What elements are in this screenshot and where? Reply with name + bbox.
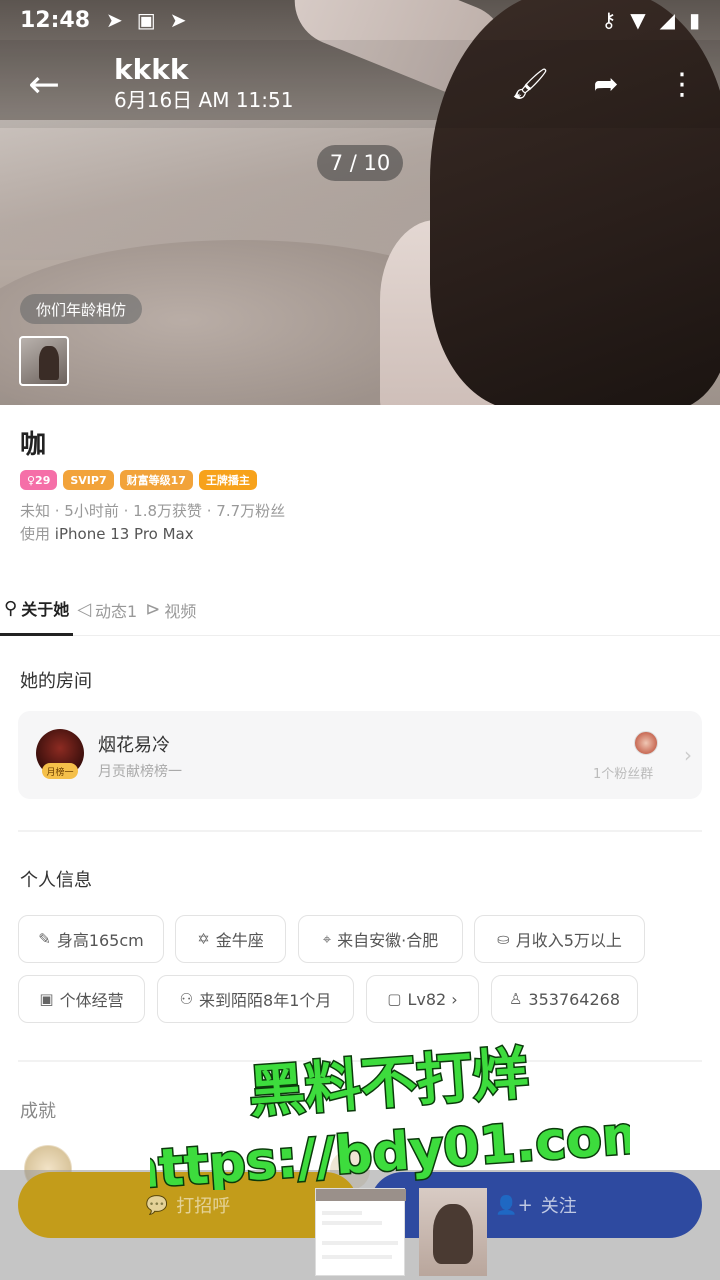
- profile-info: 咖 ♀29 SVIP7 财富等级17 王牌播主 未知 · 5小时前 · 1.8万…: [20, 428, 700, 546]
- room-name: 烟花易冷: [98, 735, 170, 756]
- greet-button[interactable]: 💬 打招呼: [18, 1172, 358, 1238]
- location-icon: ⌖: [322, 930, 332, 948]
- badge-row: ♀29 SVIP7 财富等级17 王牌播主: [20, 470, 700, 490]
- telegram-icon: ➤: [169, 8, 187, 32]
- level-icon: ▢: [387, 990, 402, 1008]
- add-user-icon: 👤+: [495, 1194, 533, 1216]
- back-arrow-icon: ←: [28, 62, 60, 106]
- room-rank-badge: 月榜一: [42, 763, 78, 779]
- fan-group-count: 1个粉丝群: [593, 767, 654, 782]
- person-clock-icon: ⚇: [179, 990, 194, 1008]
- info-chip-membership: ⚇ 来到陌陌8年1个月: [157, 975, 354, 1023]
- tab-videos-label: 视频: [164, 601, 197, 621]
- notification-icons: ➤ ▣ ➤: [106, 8, 186, 32]
- signal-icon: ◢: [659, 8, 675, 32]
- gender-age-badge: ♀29: [20, 470, 58, 490]
- info-chip-level[interactable]: ▢ Lv82 ›: [366, 975, 479, 1023]
- profile-tabs: ⚲ 关于她 ◁ 动态1 ⊳ 视频: [0, 584, 720, 636]
- info-chip-text: 身高165cm: [56, 931, 144, 950]
- tab-moments-label: 动态1: [95, 601, 138, 621]
- tab-moments[interactable]: ◁ 动态1: [73, 584, 141, 636]
- page-subtitle: 6月16日 AM 11:51: [114, 88, 294, 112]
- info-chip-location: ⌖ 来自安徽·合肥: [298, 915, 463, 963]
- system-icons: ⚷ ▼ ◢ ▮: [602, 8, 700, 32]
- more-vert-icon: ⋮: [667, 66, 697, 102]
- chat-icon: 💬: [145, 1194, 169, 1216]
- follow-label: 关注: [540, 1196, 577, 1217]
- back-button[interactable]: ←: [0, 40, 88, 128]
- info-chip-income: ⛀ 月收入5万以上: [474, 915, 645, 963]
- info-chip-text: 来到陌陌8年1个月: [199, 991, 332, 1010]
- tab-videos[interactable]: ⊳ 视频: [141, 584, 200, 636]
- more-button[interactable]: ⋮: [644, 40, 720, 128]
- svip-badge[interactable]: SVIP7: [63, 470, 114, 490]
- tab-about-label: 关于她: [21, 600, 70, 619]
- info-chip-text: 月收入5万以上: [515, 931, 622, 950]
- page-title: kkkk: [114, 53, 189, 86]
- mini-preview-header: [316, 1189, 406, 1201]
- key-icon: ⚷: [601, 8, 617, 32]
- mini-photo-preview[interactable]: [419, 1188, 487, 1276]
- user-id-icon: ♙: [508, 990, 523, 1008]
- ace-host-badge[interactable]: 王牌播主: [198, 470, 257, 490]
- age-hint-chip: 你们年龄相仿: [20, 294, 143, 324]
- photo-counter: 7 / 10: [317, 145, 403, 181]
- profile-meta: 未知 · 5小时前 · 1.8万获赞 · 7.7万粉丝 使用 iPhone 13…: [20, 500, 700, 546]
- achievements-title: 成就: [20, 1101, 56, 1122]
- personal-info-title: 个人信息: [20, 870, 92, 891]
- info-chip-zodiac: ✡ 金牛座: [175, 915, 286, 963]
- chevron-right-icon: ›: [684, 743, 692, 767]
- status-time: 12:48: [20, 7, 91, 33]
- greet-label: 打招呼: [176, 1196, 231, 1217]
- mini-preview-line: [322, 1241, 398, 1245]
- profile-device: 使用 iPhone 13 Pro Max: [20, 523, 700, 546]
- room-card[interactable]: 月榜一 烟花易冷 月贡献榜榜一 1个粉丝群 ›: [18, 711, 702, 799]
- device-prefix: 使用: [20, 525, 51, 543]
- battery-icon: ▮: [688, 8, 700, 32]
- divider: [18, 1060, 702, 1062]
- wifi-icon: ▼: [630, 8, 646, 32]
- header-title-group: kkkk 6月16日 AM 11:51: [88, 54, 492, 114]
- profile-page: 12:48 ➤ ▣ ➤ ⚷ ▼ ◢ ▮ ← kkkk 6月16日 AM 11:5…: [0, 0, 720, 1280]
- room-subtitle: 月贡献榜榜一: [98, 764, 182, 780]
- photo-thumbnail[interactable]: [19, 336, 69, 386]
- device-name: iPhone 13 Pro Max: [54, 525, 194, 543]
- info-chip-height: ✎ 身高165cm: [18, 915, 164, 963]
- briefcase-icon: ▣: [39, 990, 54, 1008]
- watermark: 黑料不打烊 https://bdy01.com: [150, 1040, 630, 1190]
- edit-button[interactable]: 🖌: [492, 40, 568, 128]
- watermark-line1: 黑料不打烊: [247, 1041, 531, 1125]
- brush-icon: 🖌: [510, 66, 550, 102]
- ruler-icon: ✎: [38, 930, 51, 948]
- app-icon: ▣: [136, 8, 156, 32]
- top-app-bar: ← kkkk 6月16日 AM 11:51 🖌 ➦ ⋮: [0, 40, 720, 128]
- profile-name: 咖: [20, 430, 47, 460]
- info-chip-user-id[interactable]: ♙ 353764268: [491, 975, 638, 1023]
- mini-screenshot-preview[interactable]: [315, 1188, 406, 1276]
- tab-about[interactable]: ⚲ 关于她: [0, 584, 74, 636]
- info-chip-occupation: ▣ 个体经营: [18, 975, 145, 1023]
- telegram-icon: ➤: [106, 8, 123, 32]
- income-icon: ⛀: [497, 930, 510, 948]
- status-bar: 12:48 ➤ ▣ ➤ ⚷ ▼ ◢ ▮: [0, 0, 720, 40]
- mini-preview-line: [322, 1211, 362, 1215]
- mini-preview-line: [322, 1221, 382, 1225]
- info-chip-text: 来自安徽·合肥: [337, 931, 439, 950]
- play-icon: ⊳: [145, 599, 161, 620]
- mini-preview-line: [322, 1255, 392, 1259]
- profile-stats: 未知 · 5小时前 · 1.8万获赞 · 7.7万粉丝: [20, 502, 286, 520]
- divider: [18, 830, 702, 832]
- zodiac-icon: ✡: [197, 930, 210, 948]
- info-chip-text: Lv82 ›: [407, 989, 458, 1009]
- info-chip-text: 353764268: [528, 989, 621, 1009]
- send-icon: ◁: [77, 599, 92, 620]
- info-chip-text: 个体经营: [59, 991, 124, 1010]
- person-icon: ⚲: [4, 597, 18, 619]
- room-section-title: 她的房间: [20, 671, 92, 692]
- fan-group-avatar: [634, 731, 658, 755]
- wealth-level-badge[interactable]: 财富等级17: [119, 470, 193, 490]
- share-icon: ➦: [593, 66, 619, 102]
- info-chip-text: 金牛座: [215, 931, 264, 950]
- share-button[interactable]: ➦: [568, 40, 644, 128]
